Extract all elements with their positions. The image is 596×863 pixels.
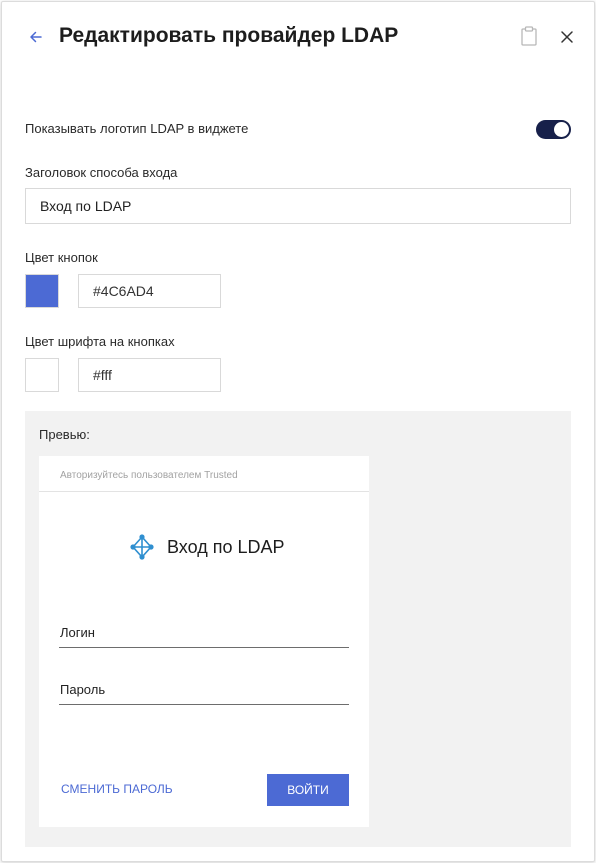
preview-section: Превью: Авторизуйтесь пользователем Trus… (25, 411, 571, 847)
button-color-input[interactable] (78, 274, 221, 308)
change-password-link[interactable]: СМЕНИТЬ ПАРОЛЬ (61, 782, 173, 796)
button-font-color-label: Цвет шрифта на кнопках (25, 334, 175, 349)
panel-header: Редактировать провайдер LDAP (2, 2, 594, 72)
widget-header: Авторизуйтесь пользователем Trusted (39, 456, 369, 492)
toggle-knob (554, 122, 569, 137)
edit-ldap-provider-panel: Редактировать провайдер LDAP Показывать … (1, 1, 595, 862)
button-font-color-swatch[interactable] (25, 358, 59, 392)
login-widget-preview: Авторизуйтесь пользователем Trusted Вход… (39, 456, 369, 827)
preview-label: Превью: (39, 427, 90, 442)
page-title: Редактировать провайдер LDAP (59, 24, 399, 47)
widget-title: Вход по LDAP (167, 537, 285, 557)
login-submit-button[interactable]: ВОЙТИ (267, 774, 349, 806)
clipboard-icon[interactable] (520, 26, 538, 46)
button-color-swatch[interactable] (25, 274, 59, 308)
ldap-network-icon (130, 534, 154, 560)
show-logo-toggle[interactable] (536, 120, 571, 139)
close-icon[interactable] (559, 29, 575, 45)
password-field-label: Пароль (60, 682, 106, 697)
login-title-input[interactable] (25, 188, 571, 224)
button-color-label: Цвет кнопок (25, 250, 98, 265)
password-field[interactable]: Пароль (59, 681, 349, 705)
login-field-label: Логин (60, 625, 95, 640)
login-field[interactable]: Логин (59, 624, 349, 648)
login-title-label: Заголовок способа входа (25, 165, 178, 180)
button-font-color-input[interactable] (78, 358, 221, 392)
arrow-left-icon[interactable] (26, 27, 46, 47)
show-logo-label: Показывать логотип LDAP в виджете (25, 121, 249, 136)
show-logo-row: Показывать логотип LDAP в виджете (25, 119, 571, 141)
